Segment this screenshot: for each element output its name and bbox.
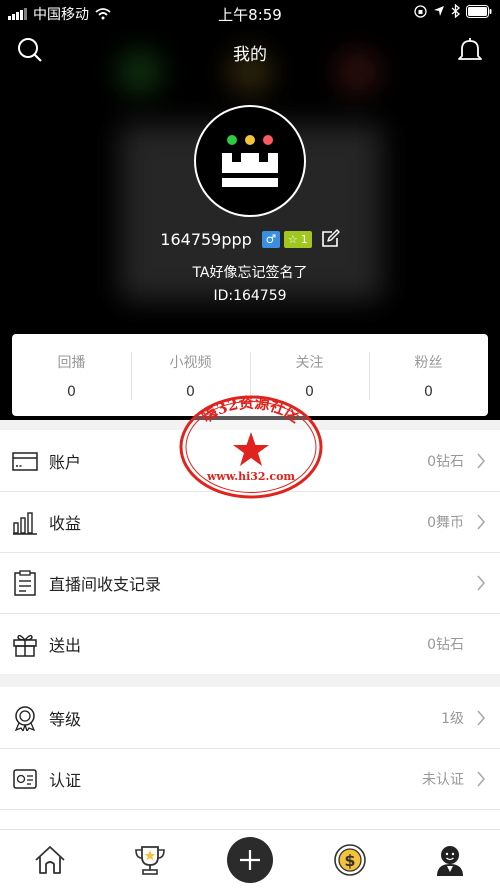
- gift-icon: [13, 634, 37, 657]
- tab-coin[interactable]: $: [300, 830, 400, 889]
- rotation-lock-icon: [414, 4, 427, 18]
- menu-label: 等级: [49, 709, 82, 729]
- bar-chart-icon: [13, 512, 37, 535]
- certificate-icon: [13, 769, 37, 789]
- menu-value: 1级: [441, 710, 464, 727]
- menu-label: 送出: [49, 636, 82, 655]
- nav-bar: 我的: [0, 30, 500, 72]
- menu-value: 未认证: [422, 772, 464, 788]
- menu-item-verification[interactable]: 认证 未认证: [0, 748, 500, 809]
- tab-mine[interactable]: [400, 830, 500, 889]
- stat-label: 小视频: [169, 355, 212, 371]
- tab-publish[interactable]: [200, 830, 300, 889]
- medal-icon: [14, 705, 36, 731]
- stat-value: 0: [424, 384, 433, 400]
- stat-fans[interactable]: 粉丝 0: [369, 334, 488, 416]
- bell-icon[interactable]: [456, 36, 484, 64]
- signature-text: TA好像忘记签名了: [192, 265, 308, 281]
- level-badge: ☆ 1: [283, 230, 312, 248]
- edit-icon[interactable]: [320, 229, 340, 249]
- menu-item-sent[interactable]: 送出 0钻石: [0, 613, 500, 674]
- chevron-right-icon: [477, 514, 486, 530]
- name-row: 164759ppp ♂ ☆ 1: [0, 229, 500, 249]
- location-icon: [434, 6, 444, 16]
- home-icon: [35, 845, 65, 874]
- wallet-icon: [12, 451, 38, 471]
- stat-label: 关注: [295, 355, 324, 371]
- menu-value: 0钻石: [427, 453, 464, 470]
- tab-home[interactable]: [0, 830, 100, 889]
- tab-bar: $: [0, 829, 500, 889]
- plus-icon: [227, 836, 273, 883]
- menu-item-level[interactable]: 等级 1级: [0, 687, 500, 748]
- stat-replay[interactable]: 回播 0: [12, 334, 131, 416]
- stat-label: 回播: [57, 355, 86, 371]
- menu-value: 0钻石: [427, 637, 464, 653]
- bluetooth-icon: [451, 4, 460, 18]
- chevron-right-icon: [477, 771, 486, 787]
- chevron-right-icon: [477, 452, 486, 469]
- username: 164759ppp: [160, 229, 252, 249]
- clipboard-icon: [14, 570, 36, 596]
- menu-value: 0舞币: [427, 515, 464, 531]
- watermark-url: www.hi32.com: [206, 470, 295, 483]
- tab-rank[interactable]: [100, 830, 200, 889]
- menu-group-profile: 等级 1级 认证 未认证: [0, 687, 500, 829]
- menu-label: 认证: [49, 771, 82, 790]
- trophy-icon: [135, 845, 165, 875]
- stat-value: 0: [67, 384, 76, 400]
- star-icon: ☆: [287, 232, 298, 246]
- battery-icon: [466, 4, 492, 18]
- dollar-coin-icon: $: [334, 843, 366, 876]
- level-number: 1: [300, 232, 308, 246]
- avatar[interactable]: [194, 105, 306, 217]
- crown-logo: [222, 135, 278, 187]
- menu-label: 收益: [49, 514, 82, 533]
- menu-item-income[interactable]: 收益 0舞币: [0, 491, 500, 552]
- user-id: ID:164759: [213, 288, 287, 304]
- status-bar: 中国移动 上午8:59: [0, 0, 500, 26]
- menu-item-live-records[interactable]: 直播间收支记录: [0, 552, 500, 613]
- user-icon: [437, 845, 463, 876]
- page-title: 我的: [233, 45, 267, 65]
- chevron-right-icon: [477, 709, 486, 726]
- watermark-stamp: 嗨32资源社区 www.hi32.com: [179, 394, 323, 499]
- chevron-right-icon: [477, 575, 486, 591]
- menu-label: 直播间收支记录: [49, 575, 162, 594]
- menu-item-partial: [0, 809, 500, 829]
- gender-male-badge: ♂: [261, 230, 280, 248]
- svg-text:$: $: [344, 851, 355, 870]
- stat-label: 粉丝: [414, 355, 443, 371]
